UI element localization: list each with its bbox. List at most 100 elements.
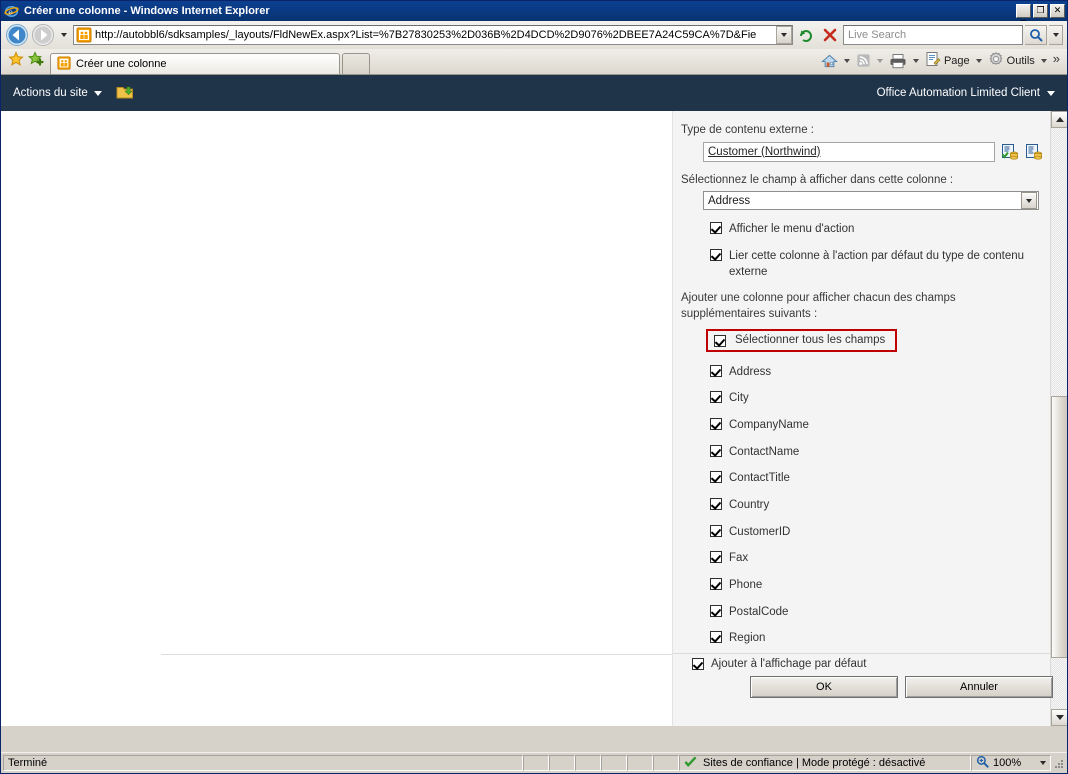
tools-menu-label: Outils (1006, 54, 1035, 67)
check-entity-icon[interactable] (1001, 143, 1019, 161)
gear-icon (988, 51, 1004, 70)
security-zone-indicator[interactable]: Sites de confiance | Mode protégé : désa… (679, 755, 971, 771)
page-menu-label: Page (943, 54, 970, 67)
vertical-scrollbar[interactable] (1050, 111, 1067, 726)
select-all-fields-checkbox[interactable] (714, 334, 726, 347)
sharepoint-header: Actions du site Office Automation Limite… (1, 75, 1067, 111)
list-item[interactable]: PostalCode (710, 604, 1051, 621)
link-default-action-row[interactable]: Lier cette colonne à l'action par défaut… (710, 248, 1040, 281)
home-icon[interactable] (819, 53, 840, 69)
field-checkbox[interactable] (710, 418, 722, 431)
user-menu-label: Office Automation Limited Client (876, 87, 1040, 99)
scroll-thumb[interactable] (1051, 396, 1067, 658)
list-item[interactable]: ContactName (710, 444, 1051, 461)
maximize-button[interactable]: ❐ (1033, 4, 1048, 18)
status-slot-6 (653, 755, 679, 771)
edit-folder-icon[interactable] (116, 84, 134, 103)
minimize-button[interactable]: _ (1016, 4, 1031, 20)
show-action-menu-checkbox[interactable] (710, 222, 722, 235)
star-icon[interactable] (8, 51, 24, 70)
field-checkbox[interactable] (710, 391, 722, 404)
site-actions-menu[interactable]: Actions du site (13, 87, 102, 99)
rss-icon[interactable] (854, 53, 873, 68)
zoom-icon (976, 755, 989, 771)
resize-grip[interactable] (1051, 755, 1065, 771)
chevron-down-icon[interactable] (1021, 192, 1037, 210)
new-tab-button[interactable] (342, 53, 370, 74)
field-checkbox[interactable] (710, 631, 722, 644)
field-label: City (729, 392, 749, 405)
ok-button[interactable]: OK (750, 676, 898, 698)
status-slot-5 (627, 755, 653, 771)
site-actions-label: Actions du site (13, 87, 88, 99)
browse-entity-icon[interactable] (1025, 143, 1043, 161)
page-menu-button[interactable]: Page (923, 51, 972, 70)
ect-input[interactable]: Customer (Northwind) (703, 141, 995, 162)
home-caret-icon[interactable] (843, 58, 850, 63)
command-bar: Page Outils » (819, 51, 1063, 74)
add-to-default-view-checkbox[interactable] (692, 658, 704, 671)
dialog-buttons: OK Annuler (750, 676, 1053, 698)
caret-down-icon (93, 90, 102, 96)
command-overflow-icon[interactable]: » (1051, 51, 1063, 70)
field-checkbox[interactable] (710, 578, 722, 591)
list-item[interactable]: Address (710, 364, 1051, 381)
status-slot-3 (575, 755, 601, 771)
search-dropdown-icon[interactable] (1049, 25, 1063, 45)
scroll-down-button[interactable] (1051, 709, 1067, 726)
tab-label: Créer une colonne (76, 58, 167, 70)
tools-menu-button[interactable]: Outils (986, 51, 1037, 70)
list-item[interactable]: City (710, 390, 1051, 407)
tab-bar: Créer une colonne Page Outils » (1, 49, 1067, 75)
caret-down-icon[interactable] (1040, 761, 1046, 765)
list-item[interactable]: CustomerID (710, 524, 1051, 541)
print-icon[interactable] (887, 53, 909, 69)
field-select[interactable]: Address (703, 191, 1039, 211)
select-all-fields-label: Sélectionner tous les champs (735, 334, 886, 347)
list-item[interactable]: Country (710, 497, 1051, 514)
tab-creer-une-colonne[interactable]: Créer une colonne (50, 53, 340, 74)
user-menu[interactable]: Office Automation Limited Client (877, 87, 1055, 99)
list-item[interactable]: ContactTitle (710, 470, 1051, 487)
select-all-fields-highlight[interactable]: Sélectionner tous les champs (706, 328, 898, 352)
list-item[interactable]: Region (710, 630, 1051, 647)
back-arrow-icon[interactable] (5, 23, 29, 47)
address-bar[interactable]: http://autobbl6/sdksamples/_layouts/FldN… (73, 25, 793, 45)
add-to-default-view-row[interactable]: Ajouter à l'affichage par défaut (692, 657, 1051, 671)
show-action-menu-row[interactable]: Afficher le menu d'action (710, 221, 1051, 238)
navigation-bar: http://autobbl6/sdksamples/_layouts/FldN… (1, 21, 1067, 49)
stop-icon[interactable] (819, 24, 841, 46)
forward-arrow-icon[interactable] (31, 23, 55, 47)
title-bar: e Créer une colonne - Windows Internet E… (1, 1, 1067, 21)
page-caret-icon[interactable] (975, 58, 982, 63)
search-input[interactable]: Live Search (843, 25, 1023, 45)
field-checkbox[interactable] (710, 471, 722, 484)
zoom-control[interactable]: 100% (971, 755, 1051, 771)
refresh-icon[interactable] (795, 24, 817, 46)
print-caret-icon[interactable] (912, 58, 919, 63)
field-checkbox[interactable] (710, 524, 722, 537)
status-bar: Terminé Sites de confiance | Mode protég… (1, 752, 1067, 773)
address-input[interactable]: http://autobbl6/sdksamples/_layouts/FldN… (95, 29, 776, 41)
close-button[interactable]: ✕ (1050, 4, 1065, 18)
search-button[interactable] (1025, 25, 1047, 45)
page-menu-icon (925, 51, 941, 70)
list-item[interactable]: Phone (710, 577, 1051, 594)
field-checkbox[interactable] (710, 364, 722, 377)
tools-caret-icon[interactable] (1040, 58, 1047, 63)
link-default-action-checkbox[interactable] (710, 248, 722, 261)
add-favorite-icon[interactable] (27, 51, 44, 70)
field-checkbox[interactable] (710, 604, 722, 617)
caret-down-icon (1047, 90, 1055, 96)
address-dropdown-icon[interactable] (776, 26, 792, 44)
field-checkbox[interactable] (710, 498, 722, 511)
list-item[interactable]: CompanyName (710, 417, 1051, 434)
ect-value: Customer (Northwind) (708, 145, 821, 158)
list-item[interactable]: Fax (710, 550, 1051, 567)
cancel-button[interactable]: Annuler (905, 676, 1053, 698)
field-checkbox[interactable] (710, 444, 722, 457)
field-checkbox[interactable] (710, 551, 722, 564)
rss-caret-icon[interactable] (876, 58, 883, 63)
history-dropdown-icon[interactable] (57, 23, 71, 47)
scroll-up-button[interactable] (1051, 111, 1067, 128)
